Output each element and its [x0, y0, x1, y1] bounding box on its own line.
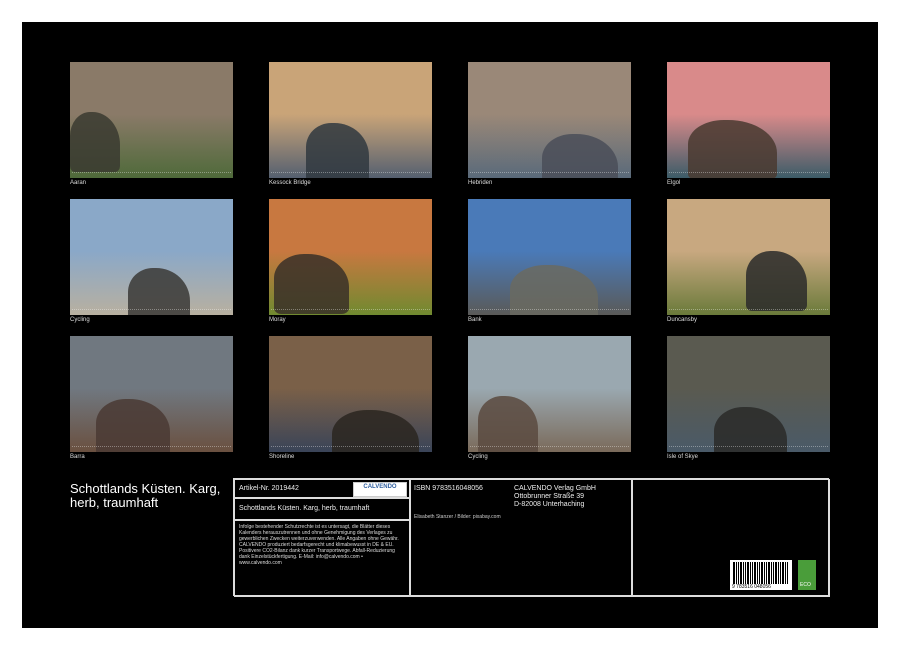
barcode-bar	[747, 562, 749, 584]
barcode-bar	[782, 562, 784, 584]
day-strip	[470, 446, 629, 450]
legal-cell: Infolge bestehender Schutzrechte ist es …	[234, 519, 411, 597]
month-photo	[70, 336, 233, 452]
photo-rock-shape	[128, 268, 190, 315]
photo-credits: Elisabeth Stanzer / Bilder: pixabay.com	[414, 514, 501, 520]
publisher-cell: ISBN 9783516048056 CALVENDO Verlag GmbH …	[409, 479, 633, 597]
day-strip	[271, 309, 430, 313]
month-caption: Bank	[468, 317, 482, 323]
info-box: Artikel-Nr. 2019442 CALVENDO Schottlands…	[233, 478, 830, 597]
legal-text: Infolge bestehender Schutzrechte ist es …	[239, 524, 399, 566]
month-photo	[70, 62, 233, 178]
barcode-bar	[775, 562, 777, 584]
day-strip	[72, 172, 231, 176]
month-photo	[667, 336, 830, 452]
photo-rock-shape	[746, 251, 807, 311]
info-subtitle: Schottlands Küsten. Karg, herb, traumhaf…	[239, 505, 370, 512]
month-photo	[269, 336, 432, 452]
barcode-bar	[738, 562, 739, 584]
month-photo	[468, 62, 631, 178]
barcode-bar	[759, 562, 760, 584]
day-strip	[271, 446, 430, 450]
month-caption: Duncansby	[667, 317, 698, 323]
subtitle-cell: Schottlands Küsten. Karg, herb, traumhaf…	[234, 497, 411, 521]
month-photo	[667, 199, 830, 315]
day-strip	[669, 446, 828, 450]
month-caption: Barra	[70, 454, 85, 460]
publisher-street: Ottobrunner Straße 39	[514, 493, 585, 500]
calendar-back-page: Aaran Kessock Bridge Hebriden Elgol Cycling M…	[22, 22, 878, 628]
barcode-bar	[733, 562, 735, 584]
day-strip	[72, 446, 231, 450]
photo-rock-shape	[96, 399, 170, 452]
month-caption: Isle of Skye	[667, 454, 699, 460]
barcode-bar	[743, 562, 744, 584]
month-caption: Hebriden	[468, 180, 493, 186]
barcode-bar	[757, 562, 758, 584]
eco-label-text: ECO	[800, 582, 811, 588]
barcode-bar	[740, 562, 742, 584]
photo-rock-shape	[688, 120, 777, 178]
barcode-bar	[745, 562, 746, 584]
barcode: 9 783516 048056	[730, 560, 792, 590]
isbn: ISBN 9783516048056	[414, 485, 483, 492]
photo-rock-shape	[510, 265, 598, 315]
barcode-bar	[736, 562, 737, 584]
day-strip	[669, 172, 828, 176]
month-photo	[269, 199, 432, 315]
barcode-bar	[768, 562, 770, 584]
day-strip	[72, 309, 231, 313]
photo-rock-shape	[306, 123, 369, 178]
day-strip	[470, 309, 629, 313]
barcode-bar	[761, 562, 763, 584]
publisher-city: D-82008 Unterhaching	[514, 501, 585, 508]
barcode-bar	[750, 562, 751, 584]
month-caption: Shoreline	[269, 454, 295, 460]
barcode-bar	[754, 562, 756, 584]
barcode-bar	[773, 562, 774, 584]
article-number: Artikel-Nr. 2019442	[239, 485, 299, 492]
barcode-bar	[778, 562, 779, 584]
month-photo	[667, 62, 830, 178]
month-caption: Cycling	[468, 454, 488, 460]
month-photo	[269, 62, 432, 178]
barcode-bar	[766, 562, 767, 584]
day-strip	[470, 172, 629, 176]
month-caption: Moray	[269, 317, 286, 323]
day-strip	[271, 172, 430, 176]
barcode-bar	[787, 562, 788, 584]
barcode-bar	[785, 562, 786, 584]
photo-rock-shape	[70, 112, 120, 172]
article-cell: Artikel-Nr. 2019442 CALVENDO	[234, 479, 411, 499]
barcode-number: 9 783516 048056	[732, 584, 771, 590]
month-caption: Kessock Bridge	[269, 180, 311, 186]
calvendo-logo: CALVENDO	[353, 482, 407, 497]
barcode-bar	[752, 562, 753, 584]
day-strip	[669, 309, 828, 313]
month-caption: Elgol	[667, 180, 681, 186]
publisher-name: CALVENDO Verlag GmbH	[514, 485, 596, 492]
eco-label-icon: ECO	[798, 560, 816, 590]
month-caption: Cycling	[70, 317, 90, 323]
photo-rock-shape	[274, 254, 349, 314]
month-photo	[468, 199, 631, 315]
barcode-bar	[771, 562, 772, 584]
barcode-cell: 9 783516 048056 ECO	[631, 479, 830, 597]
month-photo	[70, 199, 233, 315]
barcode-bar	[780, 562, 781, 584]
calendar-title: Schottlands Küsten. Karg, herb, traumhaf…	[70, 481, 221, 510]
barcode-bar	[764, 562, 765, 584]
month-caption: Aaran	[70, 180, 87, 186]
photo-rock-shape	[478, 396, 538, 452]
month-photo	[468, 336, 631, 452]
calvendo-logo-text: CALVENDO	[363, 484, 397, 490]
